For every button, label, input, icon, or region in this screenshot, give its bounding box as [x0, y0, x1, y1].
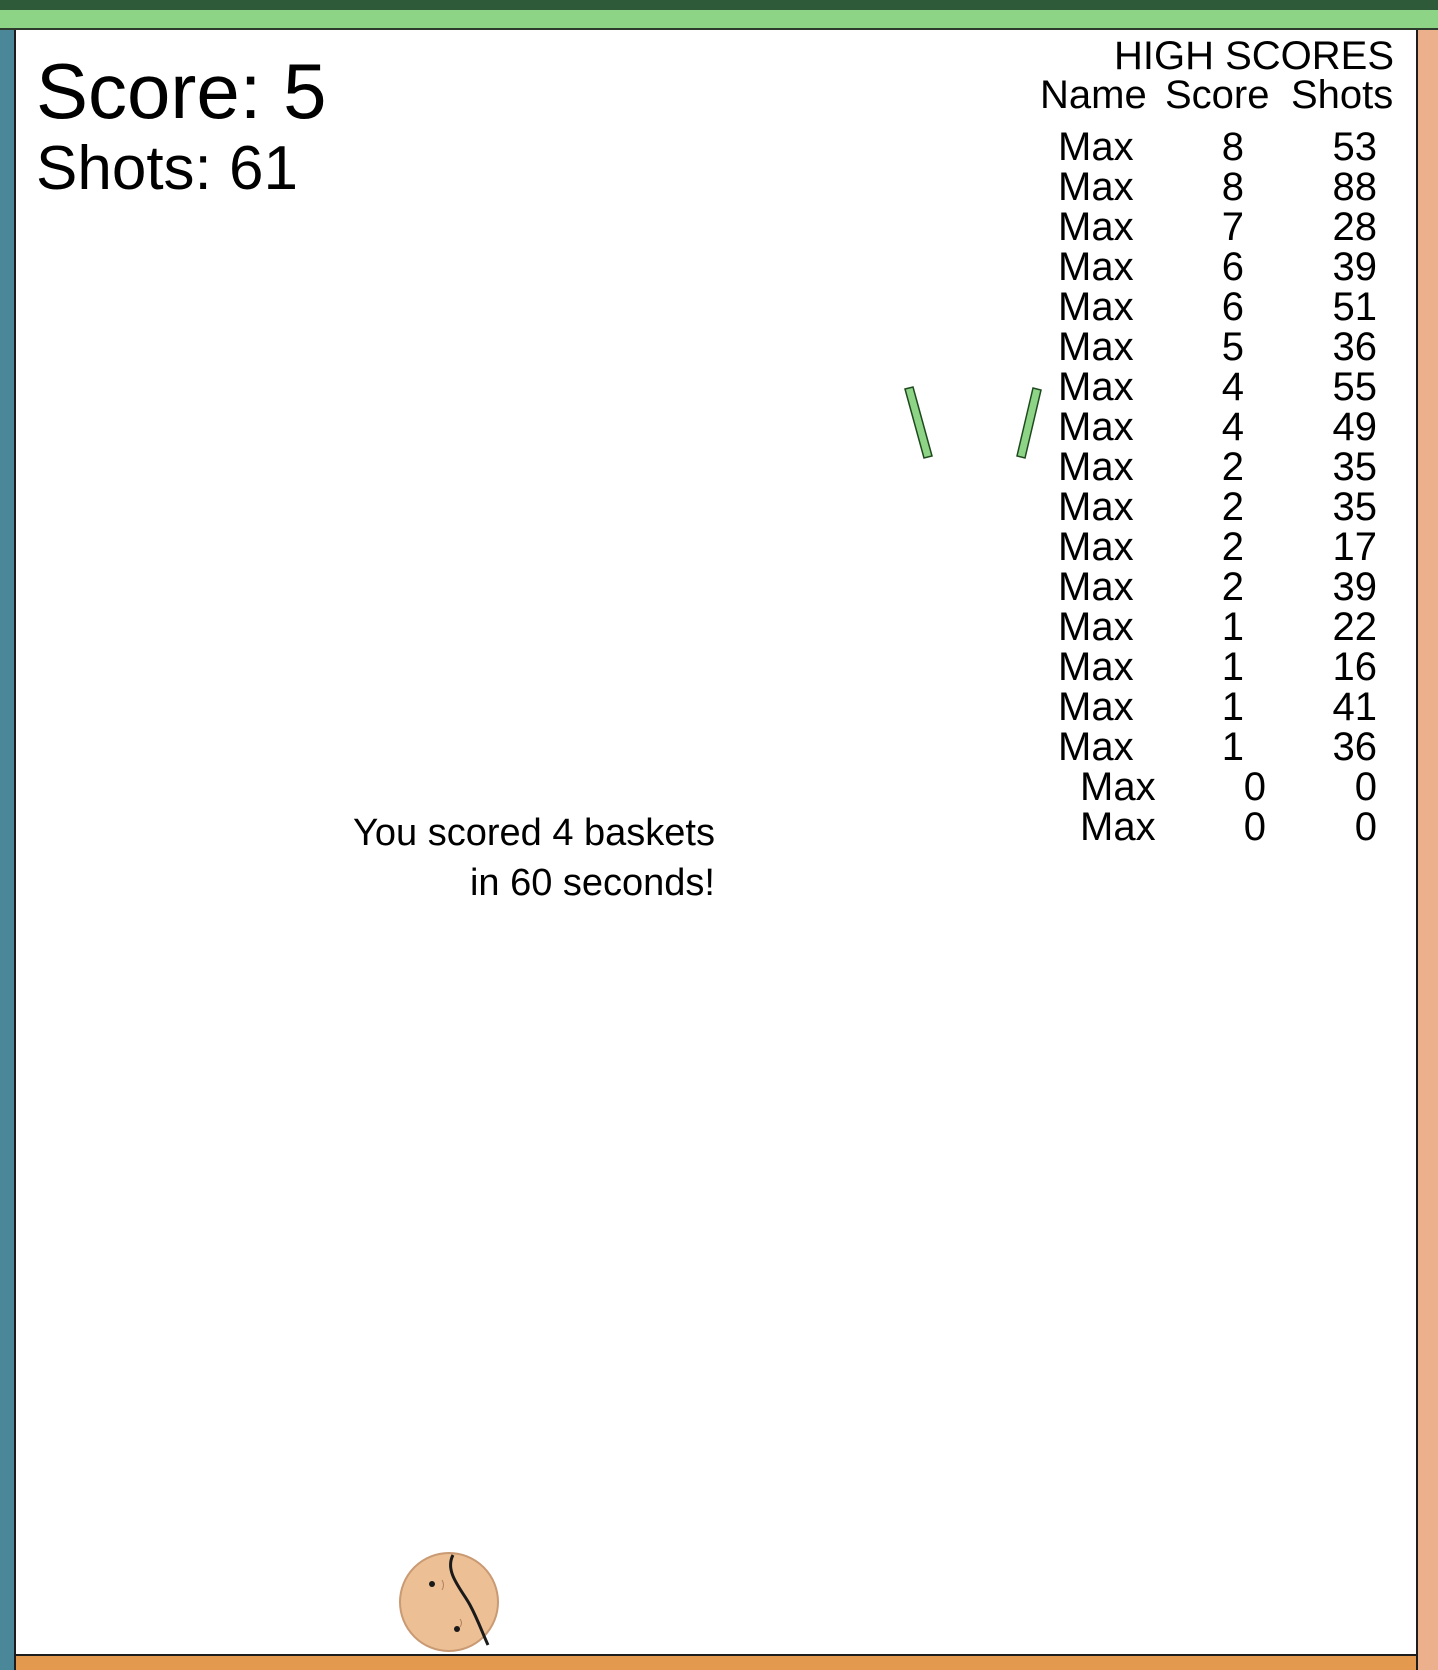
basketball-hoop-icon	[904, 386, 1042, 459]
game-canvas[interactable]: Score: 5 Shots: 61 HIGH SCORES Name Scor…	[0, 0, 1438, 1670]
game-objects	[399, 386, 1042, 1652]
basketball-ball-icon[interactable]	[399, 1552, 499, 1652]
hoop-left-post	[904, 386, 933, 459]
hoop-right-post	[1016, 387, 1042, 459]
